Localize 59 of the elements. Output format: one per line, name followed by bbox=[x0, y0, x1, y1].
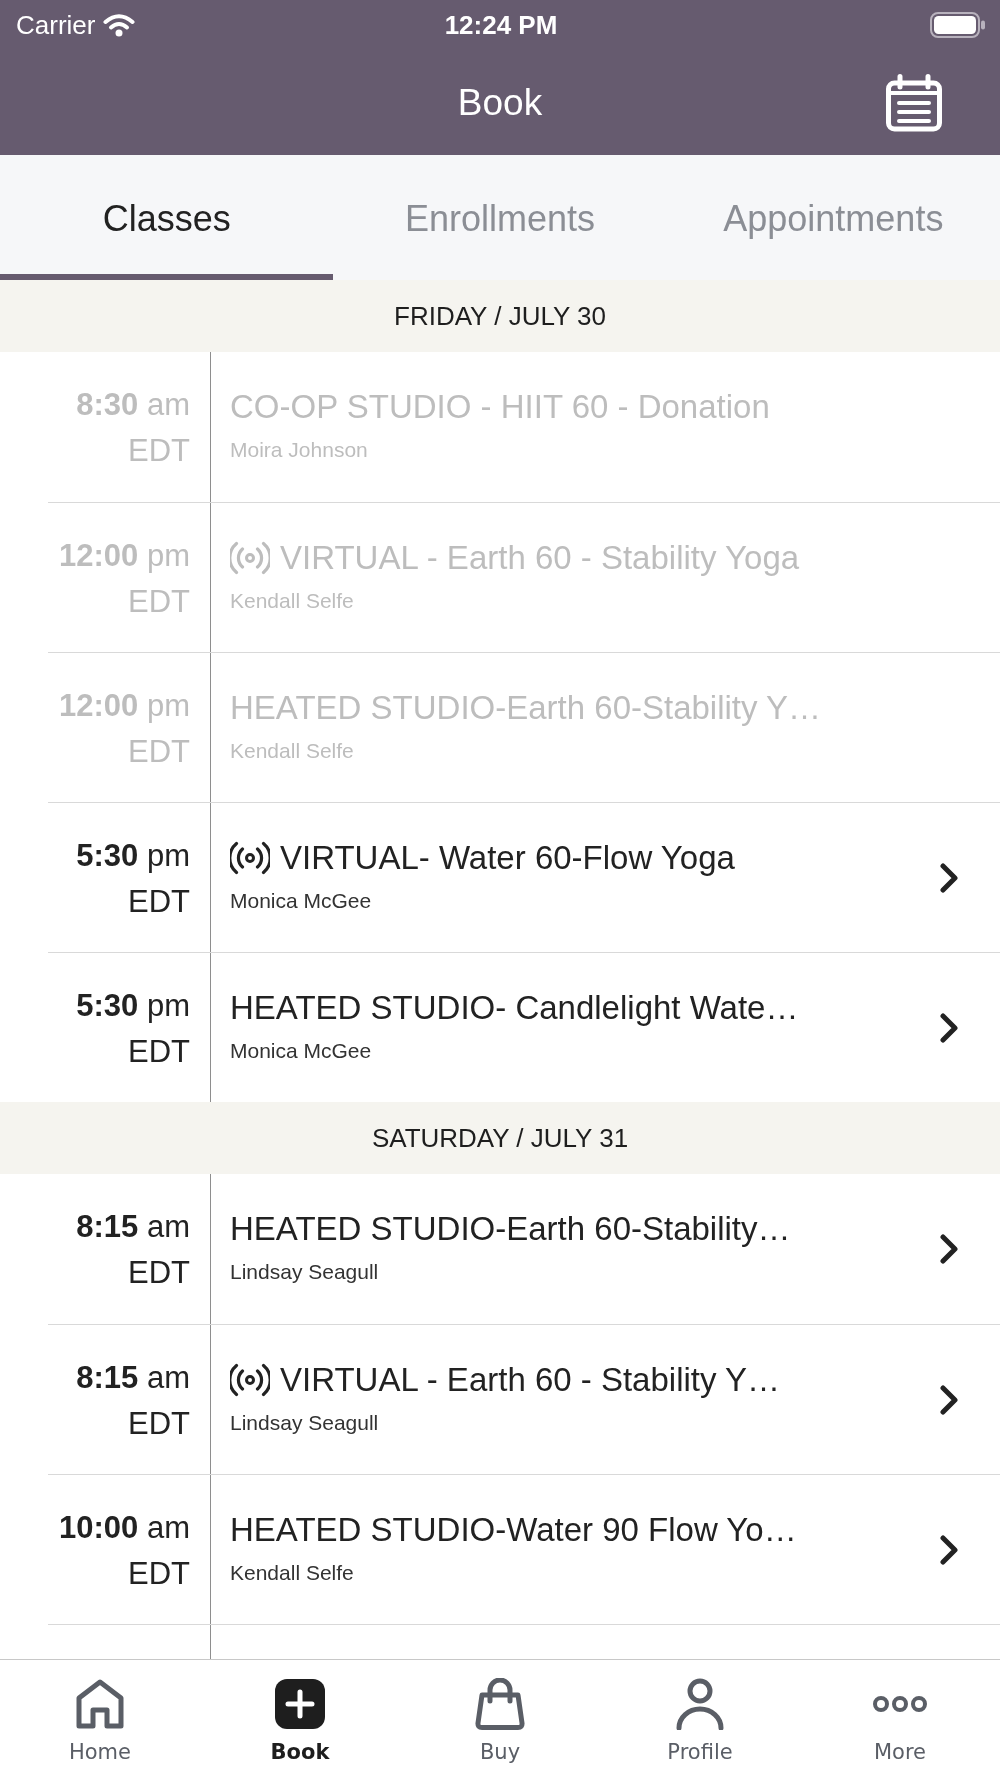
class-title: HEATED STUDIO-Water 90 Flow Yo… bbox=[230, 1510, 797, 1550]
chevron-icon bbox=[940, 1534, 958, 1565]
class-time: 10:00 am bbox=[59, 1509, 190, 1547]
page-title: Book bbox=[457, 81, 543, 124]
instructor-name: Kendall Selfe bbox=[230, 738, 355, 764]
battery-icon bbox=[930, 12, 986, 38]
time-zone: EDT bbox=[128, 733, 190, 771]
class-title: CO-OP STUDIO - HIIT 60 - Donation bbox=[230, 387, 770, 427]
tab-bar-item[interactable]: Buy bbox=[400, 1660, 600, 1778]
class-title: HEATED STUDIO- Candlelight Wate… bbox=[230, 988, 799, 1028]
person-icon bbox=[676, 1678, 724, 1730]
tab-bar-item[interactable]: Book bbox=[200, 1660, 400, 1778]
class-row[interactable]: 5:30 pm EDT VIRTUAL- Water 60-Flow Yoga Monica McGee bbox=[48, 802, 1000, 952]
chevron-icon bbox=[940, 862, 958, 893]
calendar-icon[interactable] bbox=[885, 73, 943, 132]
instructor-name: Monica McGee bbox=[230, 888, 373, 914]
class-title: HEATED STUDIO-Earth 60-Stability Y… bbox=[230, 688, 822, 728]
class-title: VIRTUAL - Earth 60 - Stability Yoga bbox=[280, 538, 800, 578]
time-zone: EDT bbox=[128, 583, 190, 621]
instructor-name: Kendall Selfe bbox=[230, 588, 355, 614]
instructor-name: Moira Johnson bbox=[230, 437, 369, 463]
time-zone: EDT bbox=[128, 1405, 190, 1443]
class-title: VIRTUAL - Earth 60 - Stability Y… bbox=[280, 1360, 781, 1400]
chevron-icon bbox=[940, 1234, 958, 1264]
time-zone: EDT bbox=[128, 1033, 190, 1071]
time-zone: EDT bbox=[128, 432, 190, 470]
instructor-name: Monica McGee bbox=[230, 1038, 373, 1064]
tab-bar-item[interactable]: Home bbox=[0, 1660, 200, 1778]
bag-icon bbox=[475, 1678, 525, 1730]
instructor-name: Lindsay Seagull bbox=[230, 1259, 380, 1285]
wifi-icon bbox=[103, 13, 136, 37]
time-zone: EDT bbox=[128, 1555, 190, 1593]
chevron-icon bbox=[940, 1384, 958, 1415]
class-row[interactable]: 8:15 am EDT HEATED STUDIO-Earth 60-Stability… Lindsay Seagull bbox=[48, 1174, 1000, 1324]
instructor-name: Lindsay Seagull bbox=[230, 1410, 380, 1436]
class-time: 12:00 pm bbox=[59, 537, 190, 575]
class-time: 8:15 am bbox=[76, 1208, 190, 1246]
class-row[interactable]: 10:00 am EDT HEATED STUDIO-Water 90 Flow Yo… Kendall Selfe bbox=[48, 1474, 1000, 1624]
tab-bar-item[interactable]: More bbox=[800, 1660, 1000, 1778]
more-icon bbox=[872, 1695, 928, 1713]
tab-bar-item[interactable]: Profile bbox=[600, 1660, 800, 1778]
house-icon bbox=[76, 1679, 124, 1729]
chevron-icon bbox=[940, 1012, 958, 1043]
time-zone: EDT bbox=[128, 883, 190, 921]
carrier-label: Carrier bbox=[16, 9, 96, 41]
status-time: 12:24 PM bbox=[444, 9, 558, 41]
class-title: HEATED STUDIO-Earth 60-Stability… bbox=[230, 1209, 791, 1249]
day-header: SATURDAY / JULY 31 bbox=[0, 1102, 1000, 1174]
class-time: 12:00 pm bbox=[59, 687, 190, 725]
class-time: 8:15 am bbox=[76, 1359, 190, 1397]
class-time: 5:30 pm bbox=[76, 987, 190, 1025]
time-zone: EDT bbox=[128, 1254, 190, 1292]
class-row[interactable]: 8:15 am EDT VIRTUAL - Earth 60 - Stability Y… Lindsay Seagull bbox=[48, 1324, 1000, 1474]
day-header: FRIDAY / JULY 30 bbox=[0, 280, 1000, 352]
class-time: 5:30 pm bbox=[76, 837, 190, 875]
class-time: 8:30 am bbox=[76, 386, 190, 424]
class-title: VIRTUAL- Water 60-Flow Yoga bbox=[280, 838, 735, 878]
instructor-name: Kendall Selfe bbox=[230, 1560, 355, 1586]
plus-icon bbox=[275, 1679, 325, 1729]
